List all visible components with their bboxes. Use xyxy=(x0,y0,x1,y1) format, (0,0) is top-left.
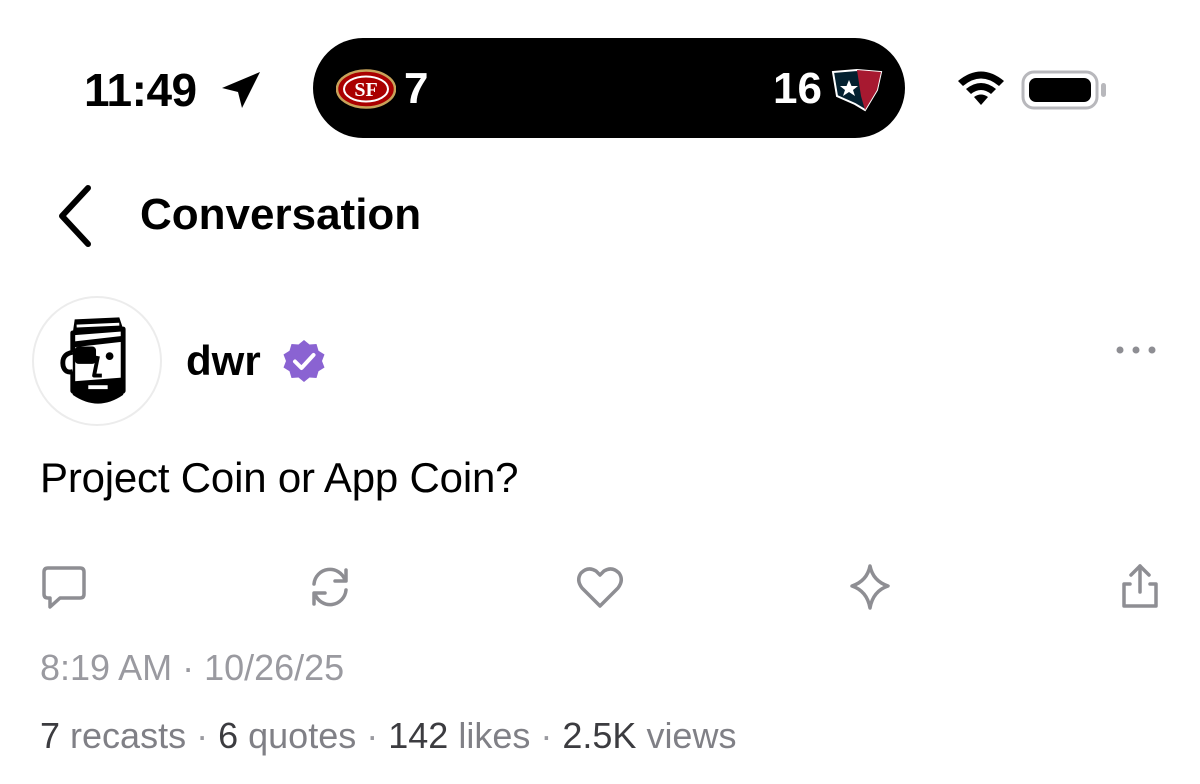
live-activity-island[interactable]: SF 7 16 xyxy=(313,38,905,138)
recasts-count: 7 xyxy=(40,715,61,756)
heart-icon xyxy=(577,567,623,608)
verified-badge-icon xyxy=(283,340,325,382)
more-options-icon[interactable] xyxy=(1106,332,1166,368)
post-stats: 7 recasts · 6 quotes · 142 likes · 2.5K views xyxy=(40,714,736,758)
quotes-count: 6 xyxy=(218,715,239,756)
avatar[interactable] xyxy=(32,296,162,426)
chevron-left-icon xyxy=(59,185,91,247)
right-team-score: 16 xyxy=(773,64,822,113)
back-button[interactable] xyxy=(40,176,110,256)
recasts-label: recasts xyxy=(70,715,187,756)
likes-stat[interactable]: 142 likes xyxy=(388,715,530,756)
like-button[interactable] xyxy=(572,562,628,612)
separator: · xyxy=(540,715,553,756)
likes-count: 142 xyxy=(388,715,449,756)
texans-logo-icon xyxy=(831,68,883,112)
page-title: Conversation xyxy=(140,190,422,239)
views-count: 2.5K xyxy=(562,715,637,756)
separator: · xyxy=(366,715,379,756)
sparkle-icon xyxy=(850,564,890,610)
reply-button[interactable] xyxy=(36,562,92,612)
likes-label: likes xyxy=(458,715,531,756)
share-button[interactable] xyxy=(1112,562,1168,612)
location-arrow-icon xyxy=(222,72,260,108)
post-timestamp: 8:19 AM · 10/26/25 xyxy=(40,647,345,688)
recasts-stat[interactable]: 7 recasts xyxy=(40,715,186,756)
share-icon xyxy=(1122,564,1158,608)
svg-text:SF: SF xyxy=(354,79,377,101)
pirate-avatar-icon xyxy=(60,317,126,404)
quotes-stat[interactable]: 6 quotes xyxy=(218,715,356,756)
separator: · xyxy=(196,715,209,756)
username[interactable]: dwr xyxy=(186,336,261,386)
views-label: views xyxy=(646,715,737,756)
49ers-logo-icon: SF xyxy=(336,69,396,109)
status-time: 11:49 xyxy=(84,64,197,116)
left-team-score: 7 xyxy=(404,64,429,113)
post-text: Project Coin or App Coin? xyxy=(40,454,519,501)
recast-icon xyxy=(312,567,348,607)
quotes-label: quotes xyxy=(248,715,357,756)
battery-icon xyxy=(1021,70,1106,110)
reply-icon xyxy=(42,566,86,609)
views-stat[interactable]: 2.5K views xyxy=(562,715,736,756)
tip-button[interactable] xyxy=(842,562,898,612)
recast-button[interactable] xyxy=(302,562,358,612)
wifi-icon xyxy=(958,71,1004,105)
